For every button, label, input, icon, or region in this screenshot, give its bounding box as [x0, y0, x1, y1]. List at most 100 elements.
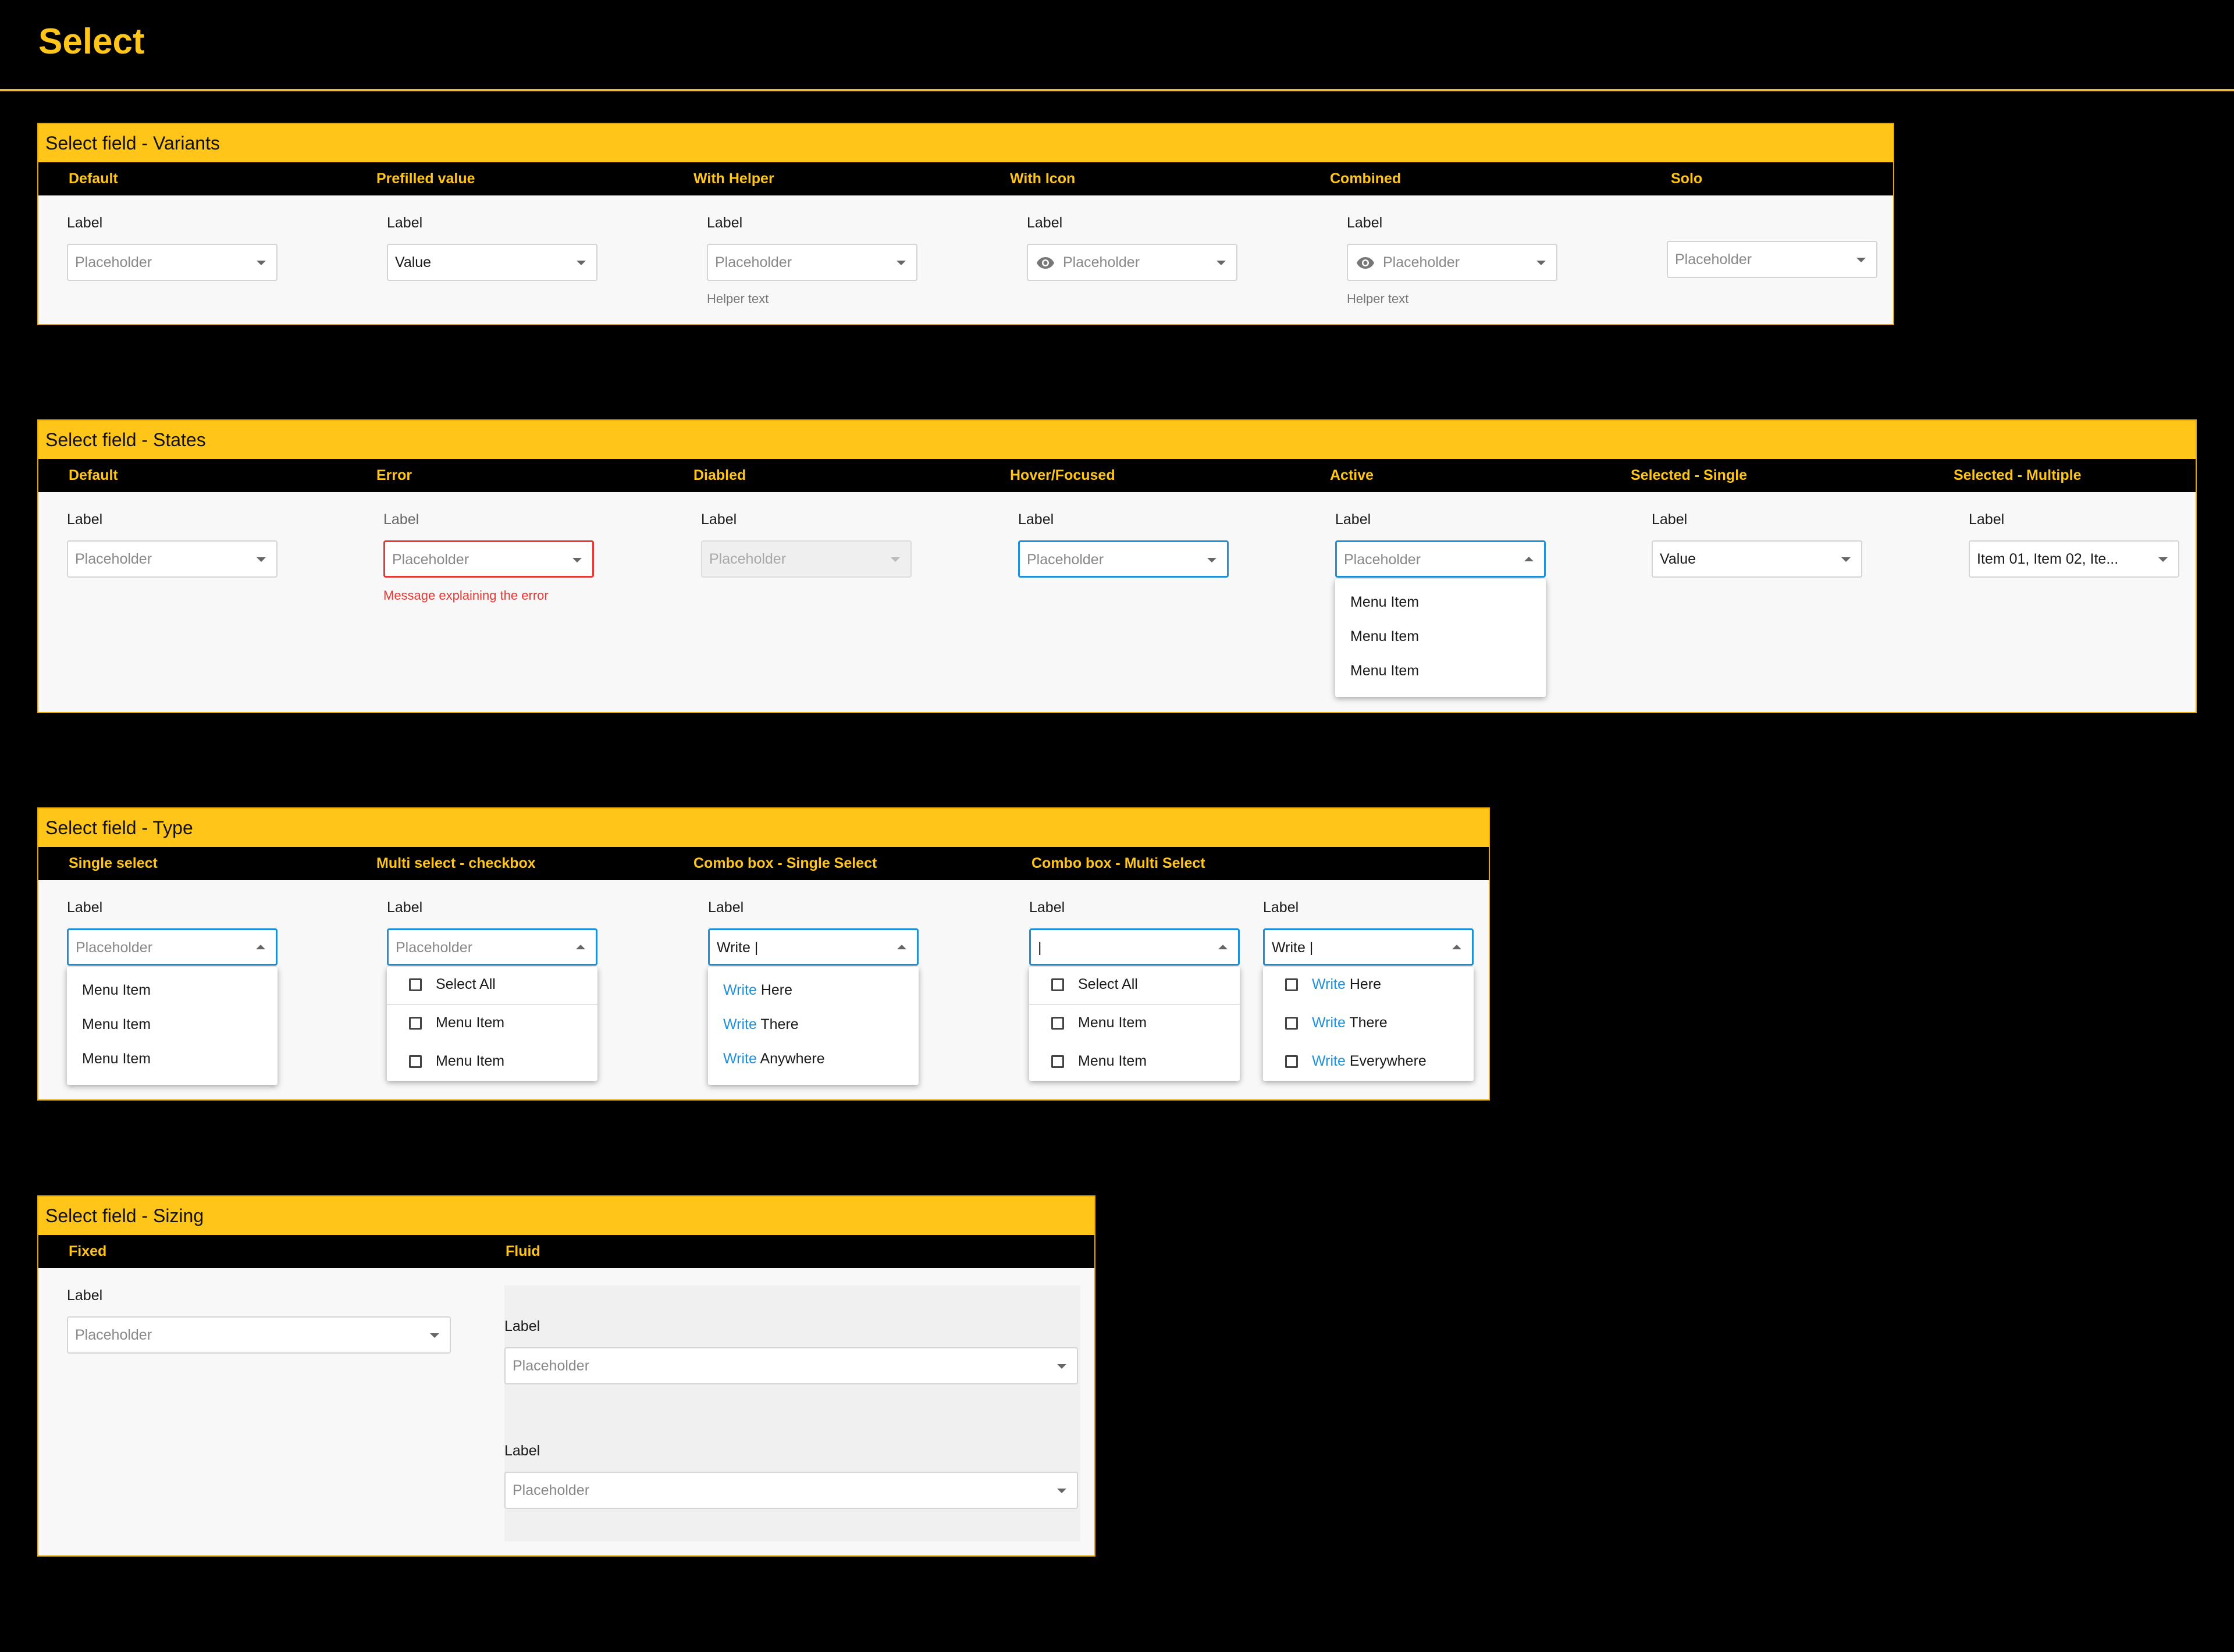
- match-text: Write: [723, 982, 757, 998]
- field-label: Label: [1018, 511, 1054, 528]
- select-state-active[interactable]: Placeholder: [1335, 540, 1546, 578]
- select-default[interactable]: Placeholder: [67, 244, 278, 281]
- select-state-default[interactable]: Placeholder: [67, 540, 278, 578]
- checkbox-icon[interactable]: [1051, 978, 1064, 991]
- checkbox-icon[interactable]: [1285, 1055, 1298, 1068]
- field-label: Label: [701, 511, 737, 528]
- select-placeholder: Placeholder: [1027, 551, 1104, 568]
- section-header: Select field - States: [38, 421, 2196, 459]
- rest-text: Anywhere: [756, 1051, 825, 1067]
- menu-item[interactable]: Menu Item: [387, 1044, 597, 1078]
- menu-item[interactable]: Menu Item: [1335, 619, 1546, 654]
- caret-down-icon: [430, 1333, 439, 1338]
- select-state-selected-multiple[interactable]: Item 01, Item 02, Ite...: [1969, 540, 2179, 578]
- suggestion-item[interactable]: Write Anywhere: [708, 1041, 919, 1076]
- select-placeholder: Placeholder: [513, 1482, 590, 1498]
- match-text: Write: [1312, 1014, 1346, 1031]
- menu-item[interactable]: Menu Item: [387, 1005, 597, 1040]
- combo-box-single[interactable]: Write |: [708, 928, 919, 966]
- select-placeholder: Placeholder: [396, 939, 473, 956]
- checkbox-icon[interactable]: [409, 978, 422, 991]
- select-solo[interactable]: Placeholder: [1667, 241, 1877, 278]
- menu-item-label: Menu Item: [82, 1016, 151, 1032]
- select-state-error[interactable]: Placeholder: [383, 540, 594, 578]
- select-placeholder: Placeholder: [1675, 251, 1752, 268]
- column-header: Solo: [1671, 170, 1703, 187]
- helper-text: Helper text: [707, 291, 769, 306]
- select-placeholder: Placeholder: [513, 1358, 590, 1374]
- menu-item[interactable]: Menu Item: [67, 1041, 278, 1076]
- select-placeholder: Placeholder: [1063, 254, 1140, 270]
- combo-box-multi-typed[interactable]: Write |: [1263, 928, 1474, 966]
- section-title: Select field - Type: [45, 817, 193, 838]
- select-placeholder: Placeholder: [76, 939, 153, 956]
- column-header: Diabled: [693, 467, 746, 483]
- menu-item-select-all[interactable]: Select All: [387, 967, 597, 1002]
- field-label: Label: [1027, 215, 1063, 231]
- select-fluid[interactable]: Placeholder: [504, 1472, 1078, 1509]
- suggestion-item[interactable]: Write Here: [1263, 967, 1474, 1002]
- column-header-bar: Fixed Fluid: [38, 1235, 1094, 1268]
- field-label: Label: [1335, 511, 1371, 528]
- select-state-selected-single[interactable]: Value: [1652, 540, 1862, 578]
- menu-item[interactable]: Menu Item: [1335, 653, 1546, 688]
- select-fixed[interactable]: Placeholder: [67, 1316, 451, 1354]
- field-label: Label: [504, 1443, 540, 1459]
- combo-suggestions: Write Here Write There Write Anywhere: [708, 967, 919, 1085]
- select-placeholder: Placeholder: [75, 551, 152, 567]
- suggestion-item[interactable]: Write There: [708, 1007, 919, 1042]
- menu-item-select-all[interactable]: Select All: [1029, 967, 1240, 1002]
- menu-item-label: Menu Item: [1350, 594, 1420, 610]
- select-fluid[interactable]: Placeholder: [504, 1347, 1078, 1384]
- suggestion-item[interactable]: Write There: [1263, 1005, 1474, 1040]
- section-variants: Select field - Variants Default Prefille…: [37, 123, 1894, 325]
- field-label: Label: [383, 511, 419, 528]
- select-with-helper[interactable]: Placeholder: [707, 244, 917, 281]
- field-label: Label: [504, 1318, 540, 1334]
- select-state-focused[interactable]: Placeholder: [1018, 540, 1229, 578]
- combo-box-multi-empty[interactable]: |: [1029, 928, 1240, 966]
- field-label: Label: [67, 899, 103, 916]
- caret-down-icon: [1856, 258, 1866, 262]
- rest-text: Here: [756, 982, 793, 998]
- select-multi-checkbox[interactable]: Placeholder: [387, 928, 597, 966]
- checkbox-icon[interactable]: [409, 1055, 422, 1068]
- column-header: With Icon: [1010, 170, 1076, 187]
- caret-down-icon: [1057, 1364, 1066, 1369]
- rest-text: Everywhere: [1345, 1053, 1427, 1069]
- section-header: Select field - Type: [38, 809, 1489, 847]
- caret-up-icon: [897, 945, 906, 949]
- suggestion-item[interactable]: Write Here: [708, 973, 919, 1007]
- menu-item[interactable]: Menu Item: [1335, 585, 1546, 620]
- caret-down-icon: [572, 558, 582, 562]
- match-text: Write: [1312, 1053, 1346, 1069]
- column-header: Combined: [1330, 170, 1401, 187]
- field-label: Label: [1347, 215, 1383, 231]
- checkbox-icon[interactable]: [409, 1017, 422, 1030]
- match-text: Write: [723, 1051, 757, 1067]
- checkbox-icon[interactable]: [1051, 1055, 1064, 1068]
- suggestion-item[interactable]: Write Everywhere: [1263, 1044, 1474, 1078]
- menu-item[interactable]: Menu Item: [1029, 1044, 1240, 1078]
- helper-text: Helper text: [1347, 291, 1409, 306]
- menu-item-label: Menu Item: [82, 982, 151, 998]
- checkbox-icon[interactable]: [1051, 1017, 1064, 1030]
- select-placeholder: Placeholder: [1344, 551, 1421, 568]
- dropdown-menu: Select All Menu Item Menu Item: [387, 967, 597, 1081]
- caret-up-icon: [1452, 945, 1461, 949]
- select-prefilled[interactable]: Value: [387, 244, 597, 281]
- section-title: Select field - Sizing: [45, 1205, 204, 1226]
- menu-item[interactable]: Menu Item: [67, 1007, 278, 1042]
- menu-item-label: Select All: [1078, 976, 1138, 992]
- column-header: Prefilled value: [376, 170, 475, 187]
- select-combined[interactable]: Placeholder: [1347, 244, 1557, 281]
- menu-item[interactable]: Menu Item: [1029, 1005, 1240, 1040]
- select-with-icon[interactable]: Placeholder: [1027, 244, 1237, 281]
- select-single[interactable]: Placeholder: [67, 928, 278, 966]
- caret-down-icon: [1057, 1489, 1066, 1493]
- checkbox-icon[interactable]: [1285, 1017, 1298, 1030]
- menu-item[interactable]: Menu Item: [67, 973, 278, 1007]
- column-header: Hover/Focused: [1010, 467, 1115, 483]
- checkbox-icon[interactable]: [1285, 978, 1298, 991]
- error-message: Message explaining the error: [383, 588, 549, 603]
